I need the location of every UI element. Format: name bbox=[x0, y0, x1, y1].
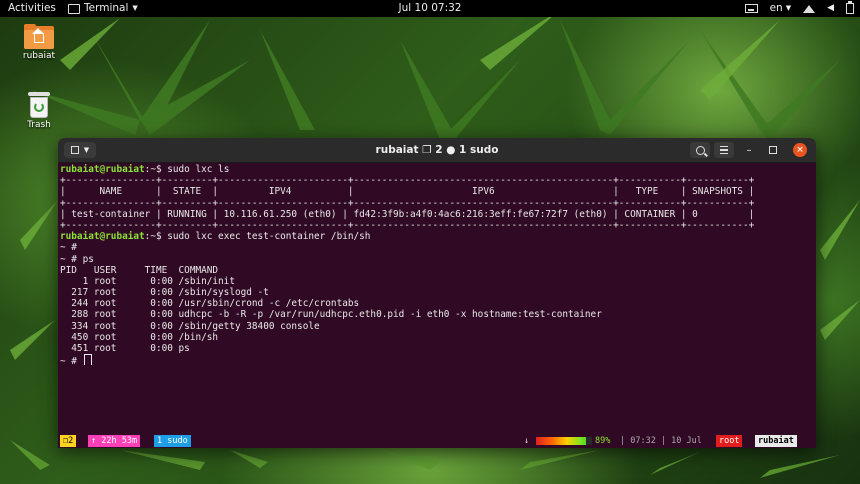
terminal-line: ~ # ps bbox=[60, 254, 814, 265]
terminal-text: 451 root 0:00 ps bbox=[60, 343, 190, 354]
terminal-line: +----------------+---------+------------… bbox=[60, 175, 814, 186]
language-selector[interactable]: en ▼ bbox=[770, 0, 792, 17]
uptime-indicator: ↑ 22h 53m bbox=[88, 435, 141, 447]
terminal-window[interactable]: ▼ rubaiat ❐ 2 ● 1 sudo – × rubaiat@rubai… bbox=[58, 138, 816, 448]
chevron-down-icon: ▼ bbox=[785, 4, 792, 12]
battery-icon[interactable] bbox=[846, 1, 854, 14]
terminal-text: 334 root 0:00 /sbin/getty 38400 console bbox=[60, 320, 320, 332]
terminal-text: :~$ sudo lxc ls bbox=[144, 164, 230, 175]
clock[interactable]: Jul 10 07:32 bbox=[399, 2, 462, 14]
language-label: en bbox=[769, 2, 783, 14]
terminal-line: 1 root 0:00 /sbin/init bbox=[60, 276, 814, 287]
terminal-text: 1 root 0:00 /sbin/init bbox=[60, 275, 235, 287]
new-tab-icon bbox=[70, 146, 79, 154]
search-button[interactable] bbox=[690, 142, 710, 158]
terminal-line: ~ # bbox=[60, 242, 814, 253]
download-arrow-icon: ↓ bbox=[524, 436, 530, 446]
minimize-icon: – bbox=[746, 144, 752, 156]
tmux-status-bar: ❐2 ↑ 22h 53m 1 sudo ↓ 89% | 07:32 | 10 J… bbox=[58, 435, 816, 447]
status-time-date: | 07:32 | 10 Jul bbox=[620, 436, 702, 446]
new-tab-button[interactable]: ▼ bbox=[64, 142, 96, 158]
terminal-text: +----------------+---------+------------… bbox=[60, 175, 755, 187]
terminal-line: PID USER TIME COMMAND bbox=[60, 265, 814, 276]
terminal-text: 244 root 0:00 /usr/sbin/crond -c /etc/cr… bbox=[60, 298, 360, 310]
terminal-titlebar[interactable]: ▼ rubaiat ❐ 2 ● 1 sudo – × bbox=[58, 138, 816, 163]
terminal-output[interactable]: rubaiat@rubaiat:~$ sudo lxc ls +---------… bbox=[60, 164, 814, 434]
volume-icon[interactable]: ◀ bbox=[827, 0, 834, 17]
home-folder-icon bbox=[24, 24, 54, 49]
maximize-icon bbox=[769, 146, 777, 154]
terminal-line: | NAME | STATE | IPV4 | IPV6 | TYPE | SN… bbox=[60, 186, 814, 197]
host-indicator: rubaiat bbox=[755, 435, 797, 447]
activities-button[interactable]: Activities bbox=[8, 0, 56, 17]
menu-icon bbox=[720, 145, 728, 148]
terminal-line: +----------------+---------+------------… bbox=[60, 220, 814, 231]
app-menu-label: Terminal bbox=[84, 2, 129, 14]
top-bar: Activities Terminal ▼ Jul 10 07:32 en ▼ … bbox=[0, 0, 860, 17]
chevron-down-icon: ▼ bbox=[132, 4, 138, 12]
maximize-button[interactable] bbox=[766, 142, 780, 158]
desktop-icon-trash[interactable]: Trash bbox=[14, 92, 64, 130]
battery-percent: 89% bbox=[595, 436, 611, 446]
close-icon: × bbox=[796, 145, 804, 155]
desktop-icon-home[interactable]: rubaiat bbox=[14, 24, 64, 61]
terminal-text: 217 root 0:00 /sbin/syslogd -t bbox=[60, 287, 269, 299]
desktop-icon-label: Trash bbox=[27, 120, 51, 130]
terminal-text: PID USER TIME COMMAND bbox=[60, 264, 219, 276]
terminal-line: ~ # bbox=[60, 354, 814, 366]
terminal-text: | NAME | STATE | IPV4 | IPV6 | TYPE | SN… bbox=[60, 186, 755, 198]
text-cursor bbox=[83, 354, 92, 366]
network-icon[interactable] bbox=[803, 4, 816, 13]
trash-icon bbox=[28, 92, 50, 118]
tmux-window-indicator[interactable]: ❐2 bbox=[60, 435, 77, 447]
terminal-text: 450 root 0:00 /bin/sh bbox=[60, 331, 219, 343]
chevron-down-icon: ▼ bbox=[83, 146, 90, 154]
session-indicator[interactable]: 1 sudo bbox=[154, 435, 191, 447]
terminal-line: | test-container | RUNNING | 10.116.61.2… bbox=[60, 209, 814, 220]
terminal-icon bbox=[68, 3, 80, 14]
terminal-line: rubaiat@rubaiat:~$ sudo lxc exec test-co… bbox=[60, 231, 814, 242]
user-indicator: root bbox=[716, 435, 743, 447]
terminal-text: ~ # bbox=[60, 242, 77, 254]
terminal-line: 217 root 0:00 /sbin/syslogd -t bbox=[60, 287, 814, 298]
terminal-text: 288 root 0:00 udhcpc -b -R -p /var/run/u… bbox=[60, 309, 602, 321]
battery-bar bbox=[536, 437, 592, 445]
terminal-line: 450 root 0:00 /bin/sh bbox=[60, 332, 814, 343]
terminal-text: ~ # ps bbox=[60, 253, 94, 265]
minimize-button[interactable]: – bbox=[742, 142, 756, 158]
close-button[interactable]: × bbox=[793, 143, 807, 157]
terminal-line: 451 root 0:00 ps bbox=[60, 343, 814, 354]
terminal-line: rubaiat@rubaiat:~$ sudo lxc ls bbox=[60, 164, 814, 175]
shell-prompt: rubaiat@rubaiat bbox=[60, 164, 145, 175]
terminal-text: ~ # bbox=[60, 356, 83, 366]
terminal-text: +----------------+---------+------------… bbox=[60, 219, 755, 231]
terminal-text: +----------------+---------+------------… bbox=[60, 197, 755, 209]
terminal-line: 288 root 0:00 udhcpc -b -R -p /var/run/u… bbox=[60, 309, 814, 320]
terminal-text: :~$ sudo lxc exec test-container /bin/sh bbox=[144, 231, 371, 243]
hamburger-menu-button[interactable] bbox=[714, 142, 734, 158]
terminal-line: +----------------+---------+------------… bbox=[60, 198, 814, 209]
terminal-line: 334 root 0:00 /sbin/getty 38400 console bbox=[60, 321, 814, 332]
terminal-line: 244 root 0:00 /usr/sbin/crond -c /etc/cr… bbox=[60, 298, 814, 309]
app-menu[interactable]: Terminal ▼ bbox=[68, 0, 138, 17]
search-icon bbox=[695, 145, 705, 155]
desktop-icon-label: rubaiat bbox=[22, 51, 56, 61]
shell-prompt: rubaiat@rubaiat bbox=[60, 231, 145, 243]
terminal-text: | test-container | RUNNING | 10.116.61.2… bbox=[60, 208, 755, 220]
screen-share-icon[interactable] bbox=[744, 4, 758, 13]
